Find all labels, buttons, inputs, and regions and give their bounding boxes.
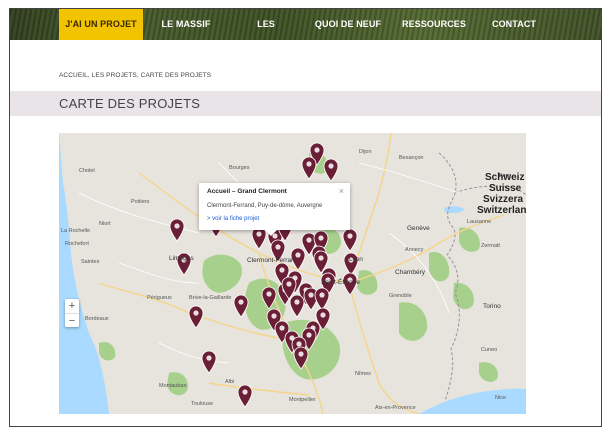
town-label-montpellier: Montpellier (289, 397, 316, 403)
popup-address: Clermont-Ferrand, Puy-de-dôme, Auvergne (207, 203, 323, 209)
page-title: CARTE DES PROJETS (59, 96, 201, 111)
town-label-brive: Brive-la-Gaillarde (189, 295, 232, 301)
nav-item-ressources[interactable]: RESSOURCES (399, 9, 469, 40)
town-label-la-rochelle: La Rochelle (61, 228, 91, 234)
country-label-svizzera: Svizzera (483, 194, 524, 205)
town-label-annecy: Annecy (405, 247, 424, 253)
map-pin[interactable] (169, 218, 185, 242)
map-pin-dot (347, 233, 353, 239)
map-pin-dot (193, 310, 199, 316)
map-pin-dot (320, 312, 326, 318)
country-label-schweiz: Schweiz (485, 172, 525, 183)
map-pin-dot (318, 255, 324, 261)
map-pin-dot (328, 163, 334, 169)
city-label-lyon: Lyon (349, 256, 363, 263)
map-pin[interactable] (233, 294, 249, 318)
map-pin-dot (279, 325, 285, 331)
town-label-zermatt: Zermatt (481, 243, 500, 249)
map-pin[interactable] (289, 294, 305, 318)
popup-project-link[interactable]: > voir la fiche projet (207, 216, 259, 222)
map-pin-dot (286, 281, 292, 287)
town-label-besancon: Besançon (399, 155, 424, 161)
projects-map[interactable]: Cholet Poitiers Niort La Rochelle Rochef… (59, 133, 526, 414)
town-label-lausanne: Lausanne (467, 219, 492, 225)
map-pin-dot (308, 292, 314, 298)
town-label-nice: Nice (495, 395, 507, 401)
mediterranean-sea (419, 388, 526, 414)
country-label-suisse: Suisse (489, 183, 522, 194)
town-label-poitiers: Poitiers (131, 199, 150, 205)
town-label-cholet: Cholet (79, 168, 95, 174)
map-pin[interactable] (314, 287, 330, 311)
popup-title: Accueil – Grand Clermont (207, 188, 287, 195)
city-label-torino: Torino (483, 303, 501, 310)
map-pin-dot (174, 223, 180, 229)
map-pin-dot (275, 244, 281, 250)
map-pin-dot (271, 313, 277, 319)
map-pin-dot (279, 267, 285, 273)
town-label-cuneo: Cuneo (481, 347, 498, 353)
city-label-clermont: Clermont-Ferrand (247, 257, 299, 264)
breadcrumb: ACCUEIL, LES PROJETS, CARTE DES PROJETS (59, 72, 212, 79)
town-label-toulouse: Toulouse (191, 401, 214, 407)
nav-item-quoi-de-neuf[interactable]: QUOI DE NEUF ? (313, 9, 383, 60)
map-pin[interactable] (188, 305, 204, 329)
map-pin-dot (306, 237, 312, 243)
map-pin[interactable] (201, 350, 217, 374)
city-label-chambery: Chambéry (395, 269, 425, 276)
title-bar: CARTE DES PROJETS (10, 91, 601, 116)
nav-item-contact[interactable]: CONTACT (483, 9, 545, 40)
town-label-grenoble: Grenoble (389, 293, 412, 299)
popup-close-icon[interactable]: × (339, 186, 344, 196)
map-canvas[interactable] (59, 133, 526, 414)
city-label-limoges: Limoges (169, 255, 194, 262)
project-info-popup: Accueil – Grand Clermont × Clermont-Ferr… (199, 183, 350, 236)
town-label-albi: Albi (225, 379, 235, 385)
map-pin-dot (242, 389, 248, 395)
main-nav: J'AI UN PROJET LE MASSIF LES PROJETS QUO… (10, 9, 601, 60)
map-pin[interactable] (342, 228, 358, 252)
nav-item-les-projets[interactable]: LES PROJETS (235, 9, 297, 60)
nav-item-le-massif[interactable]: LE MASSIF (155, 9, 217, 40)
town-label-bourges: Bourges (229, 165, 250, 171)
town-label-montauban: Montauban (159, 383, 187, 389)
map-pin-dot (306, 161, 312, 167)
map-pin[interactable] (251, 226, 267, 250)
map-pin-dot (206, 355, 212, 361)
map-pin-dot (296, 341, 302, 347)
map-pin-dot (319, 292, 325, 298)
city-label-saint-etienne: Saint-Étienne (321, 279, 361, 286)
town-label-niort: Niort (99, 221, 111, 227)
country-label-switzerland: Switzerland (477, 205, 526, 216)
zoom-control: + − (65, 299, 79, 327)
town-label-aix: Aix-en-Provence (375, 405, 416, 411)
town-label-rochefort: Rochefort (65, 241, 89, 247)
town-label-nimes: Nîmes (355, 371, 371, 377)
map-pin[interactable] (301, 156, 317, 180)
town-label-saintes: Saintes (81, 259, 100, 265)
browser-frame: J'AI UN PROJET LE MASSIF LES PROJETS QUO… (9, 8, 602, 427)
map-pin[interactable] (323, 158, 339, 182)
map-pin-dot (298, 351, 304, 357)
town-label-bordeaux: Bordeaux (85, 316, 109, 322)
map-pin-dot (306, 332, 312, 338)
zoom-out-button[interactable]: − (65, 313, 79, 327)
town-label-dijon: Dijon (359, 149, 372, 155)
map-pin[interactable] (237, 384, 253, 408)
map-pin-dot (266, 291, 272, 297)
map-pin-dot (294, 299, 300, 305)
city-label-geneve: Genève (407, 225, 430, 232)
map-pin-dot (318, 235, 324, 241)
zoom-in-button[interactable]: + (65, 299, 79, 313)
town-label-perigueux: Périgueux (147, 295, 172, 301)
map-pin-dot (314, 147, 320, 153)
atlantic-sea (59, 133, 109, 414)
lake-geneva (444, 206, 465, 213)
map-pin-dot (238, 299, 244, 305)
nav-item-jai-un-projet[interactable]: J'AI UN PROJET (59, 9, 143, 40)
map-pin-dot (256, 231, 262, 237)
